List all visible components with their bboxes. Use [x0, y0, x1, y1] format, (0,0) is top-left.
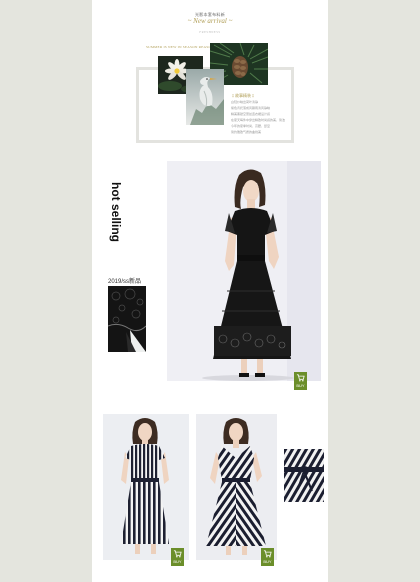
- cart-icon: [296, 374, 305, 382]
- right-side-band: [328, 0, 420, 582]
- buy-button-3[interactable]: BUY: [261, 548, 274, 566]
- story-line: 今年的夏季时尚，高腰，彰显: [231, 124, 271, 128]
- hot-selling-heading: hot selling: [109, 182, 123, 242]
- story-line: 简约雅致气质的曲线美: [231, 130, 262, 134]
- story-line: 白轻纱映出荷叶清静: [231, 100, 259, 104]
- buy-button[interactable]: BUY: [294, 372, 307, 390]
- header-title-en: ~ New arrival ~: [187, 17, 233, 25]
- striped-dress-photo-1[interactable]: [103, 414, 189, 560]
- buy-label: BUY: [296, 383, 305, 388]
- story-line: 紫色背托落成风飘雨清风静映: [231, 106, 271, 110]
- heron-photo: [186, 69, 224, 125]
- striped-dress-photo-2[interactable]: [196, 414, 277, 560]
- buy-label: BUY: [173, 559, 182, 564]
- stripe-detail-swatch: [284, 449, 324, 502]
- season-label: SUMMER IS NEW IN SEASON REASON: [146, 45, 214, 49]
- story-line: 精美黑镂空蕾丝连衣裙设计感: [231, 112, 271, 116]
- story-title: ‡ 故事精装 ‡: [232, 93, 254, 98]
- cart-icon: [263, 550, 272, 558]
- left-side-band: [0, 0, 92, 582]
- lace-detail-swatch: [108, 286, 146, 352]
- story-line: 在夏天每件中穿出精致时尚感的美，简洁: [231, 118, 286, 122]
- header-subtitle: FRESHNESS: [199, 30, 221, 34]
- new-season-tag: 2019/ss新品: [108, 279, 142, 285]
- buy-button-2[interactable]: BUY: [171, 548, 184, 566]
- product-detail-page: 光影本套布料新 ~ New arrival ~ FRESHNESS SUMMER…: [0, 0, 420, 582]
- main-product-image[interactable]: [167, 161, 321, 381]
- buy-label: BUY: [263, 559, 272, 564]
- cart-icon: [173, 550, 182, 558]
